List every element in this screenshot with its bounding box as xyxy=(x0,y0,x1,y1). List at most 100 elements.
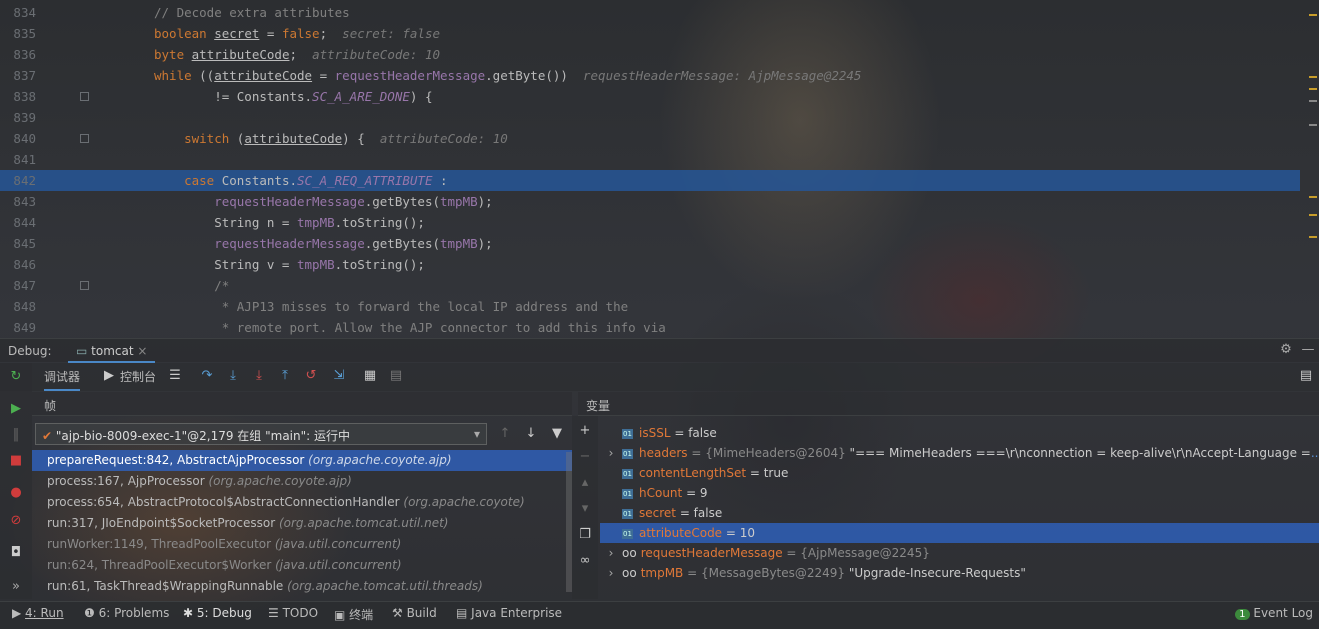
arrow-down-icon[interactable]: ↓ xyxy=(522,425,540,443)
variable-row[interactable]: 01 attributeCode = 10 xyxy=(600,523,1319,543)
evaluate-expression-icon[interactable]: ▦ xyxy=(361,367,379,385)
glasses-icon[interactable]: ∞ xyxy=(576,552,594,570)
move-down-icon[interactable]: ▾ xyxy=(576,500,594,518)
code-line[interactable]: 836 byte attributeCode; attributeCode: 10 xyxy=(0,44,1300,65)
filter-icon[interactable]: ▼ xyxy=(548,425,566,443)
debug-label: Debug: xyxy=(8,344,52,358)
step-into-icon[interactable]: ⤓ xyxy=(250,367,268,385)
variable-value: = false xyxy=(676,506,723,520)
remove-icon[interactable]: − xyxy=(576,448,594,466)
build-button[interactable]: ⚒ Build xyxy=(392,606,437,620)
mute-breakpoints-icon[interactable]: ⊘ xyxy=(7,512,25,530)
tab-tomcat[interactable]: ▭ tomcat × xyxy=(68,339,156,363)
line-number: 838 xyxy=(13,89,36,104)
code-line[interactable]: 841 xyxy=(0,149,1300,170)
minimize-icon[interactable]: — xyxy=(1299,341,1317,359)
todo-button[interactable]: ☰ TODO xyxy=(268,606,318,620)
code-line[interactable]: 838 != Constants.SC_A_ARE_DONE) { xyxy=(0,86,1300,107)
code-line[interactable]: 845 requestHeaderMessage.getBytes(tmpMB)… xyxy=(0,233,1300,254)
stack-frame[interactable]: process:167, AjpProcessor (org.apache.co… xyxy=(32,471,572,492)
line-number: 843 xyxy=(13,194,36,209)
pause-icon[interactable]: ‖ xyxy=(7,426,25,444)
variable-row[interactable]: 01 contentLengthSet = true xyxy=(600,463,1319,483)
code-line[interactable]: 835 boolean secret = false; secret: false xyxy=(0,23,1300,44)
code-line[interactable]: 848 * AJP13 misses to forward the local … xyxy=(0,296,1300,317)
show-execution-point-icon[interactable]: ↷ xyxy=(198,367,216,385)
code-line[interactable]: 840 switch (attributeCode) { attributeCo… xyxy=(0,128,1300,149)
line-number: 846 xyxy=(13,257,36,272)
fold-icon[interactable] xyxy=(80,134,89,143)
terminal-button[interactable]: ▣ 终端 xyxy=(334,606,373,623)
variable-name: secret xyxy=(639,506,676,520)
stack-frame[interactable]: prepareRequest:842, AbstractAjpProcessor… xyxy=(32,450,572,471)
step-out-icon[interactable]: ⤒ xyxy=(276,367,294,385)
code-line[interactable]: 844 String n = tmpMB.toString(); xyxy=(0,212,1300,233)
event-log-button[interactable]: 1 Event Log xyxy=(1235,606,1313,620)
add-watch-icon[interactable]: + xyxy=(576,422,594,440)
fold-icon[interactable] xyxy=(80,92,89,101)
variable-row[interactable]: › oo requestHeaderMessage = {AjpMessage@22… xyxy=(600,543,1319,563)
more-icon[interactable]: » xyxy=(7,578,25,596)
line-number: 839 xyxy=(13,110,36,125)
field-icon: 01 xyxy=(622,488,633,499)
stack-frame[interactable]: run:624, ThreadPoolExecutor$Worker (java… xyxy=(32,555,572,576)
layout-icon[interactable]: ▤ xyxy=(1297,367,1315,385)
variable-row[interactable]: › oo tmpMB = {MessageBytes@2249} "Upgrade-… xyxy=(600,563,1319,583)
variable-row[interactable]: 01 hCount = 9 xyxy=(600,483,1319,503)
field-icon: 01 xyxy=(622,508,633,519)
run-to-cursor-icon[interactable]: ⇲ xyxy=(330,367,348,385)
code-line[interactable]: 834 // Decode extra attributes xyxy=(0,2,1300,23)
debug-button[interactable]: ✱ 5: Debug xyxy=(183,606,252,620)
java-enterprise-button[interactable]: ▤ Java Enterprise xyxy=(456,606,562,620)
variable-row[interactable]: 01 isSSL = false xyxy=(600,423,1319,443)
thread-selector[interactable]: ✔ "ajp-bio-8009-exec-1"@2,179 在组 "main":… xyxy=(35,423,487,445)
variable-row[interactable]: › 01 headers = {MimeHeaders@2604} "=== Mim… xyxy=(600,443,1319,463)
gear-icon[interactable]: ⚙ xyxy=(1277,341,1295,359)
step-over-icon[interactable]: ⤓ xyxy=(224,367,242,385)
code-editor[interactable]: 834 // Decode extra attributes 835 boolean … xyxy=(0,0,1319,337)
code-line[interactable]: 843 requestHeaderMessage.getBytes(tmpMB)… xyxy=(0,191,1300,212)
trace-icon[interactable]: ▤ xyxy=(387,367,405,385)
stack-frame[interactable]: runWorker:1149, ThreadPoolExecutor (java… xyxy=(32,534,572,555)
run-button[interactable]: ▶ 4: Run xyxy=(12,606,64,620)
code-line[interactable]: 839 xyxy=(0,107,1300,128)
stack-frame[interactable]: run:317, JIoEndpoint$SocketProcessor (or… xyxy=(32,513,572,534)
expand-arrow-icon[interactable]: › xyxy=(600,543,622,563)
code-text: String n = tmpMB.toString(); xyxy=(154,215,425,230)
variable-value: "Upgrade-Insecure-Requests" xyxy=(845,566,1026,580)
code-line[interactable]: 849 * remote port. Allow the AJP connect… xyxy=(0,317,1300,337)
problems-button[interactable]: ❶ 6: Problems xyxy=(84,606,169,620)
copy-icon[interactable]: ❐ xyxy=(576,526,594,544)
rerun-icon[interactable]: ↻ xyxy=(7,368,25,386)
resume-icon[interactable]: ▶ xyxy=(7,400,25,418)
tab-console[interactable]: 控制台 xyxy=(120,368,156,385)
expand-arrow-icon[interactable]: › xyxy=(600,563,622,583)
code-line[interactable]: 837 while ((attributeCode = requestHeader… xyxy=(0,65,1300,86)
drop-frame-icon[interactable]: ↺ xyxy=(302,367,320,385)
code-line[interactable]: 846 String v = tmpMB.toString(); xyxy=(0,254,1300,275)
error-stripe[interactable] xyxy=(1307,0,1319,337)
stack-frame[interactable]: process:654, AbstractProtocol$AbstractCo… xyxy=(32,492,572,513)
code-text: * AJP13 misses to forward the local IP a… xyxy=(154,299,629,314)
close-icon[interactable]: × xyxy=(137,344,147,358)
tab-debugger[interactable]: 调试器 xyxy=(44,368,81,391)
code-line[interactable]: 847 /* xyxy=(0,275,1300,296)
camera-icon[interactable]: ◘ xyxy=(7,544,25,562)
show-more-link[interactable]: ...(显示 xyxy=(1311,446,1319,460)
stack-frame[interactable]: run:61, TaskThread$WrappingRunnable (org… xyxy=(32,576,572,597)
threads-icon[interactable]: ☰ xyxy=(166,367,184,385)
view-breakpoints-icon[interactable]: ● xyxy=(7,484,25,502)
variable-name: attributeCode xyxy=(639,526,723,540)
expand-arrow-icon[interactable]: › xyxy=(600,443,622,463)
code-text: requestHeaderMessage.getBytes(tmpMB); xyxy=(214,194,493,209)
arrow-up-icon[interactable]: ↑ xyxy=(496,425,514,443)
code-line[interactable]: 842 case Constants.SC_A_REQ_ATTRIBUTE : xyxy=(0,170,1300,191)
variable-name: hCount xyxy=(639,486,683,500)
field-icon: 01 xyxy=(622,528,633,539)
code-text: requestHeaderMessage.getBytes(tmpMB); xyxy=(214,236,493,251)
move-up-icon[interactable]: ▴ xyxy=(576,474,594,492)
variable-name: isSSL xyxy=(639,426,671,440)
variable-row[interactable]: 01 secret = false xyxy=(600,503,1319,523)
fold-icon[interactable] xyxy=(80,281,89,290)
stop-icon[interactable]: ■ xyxy=(7,452,25,470)
